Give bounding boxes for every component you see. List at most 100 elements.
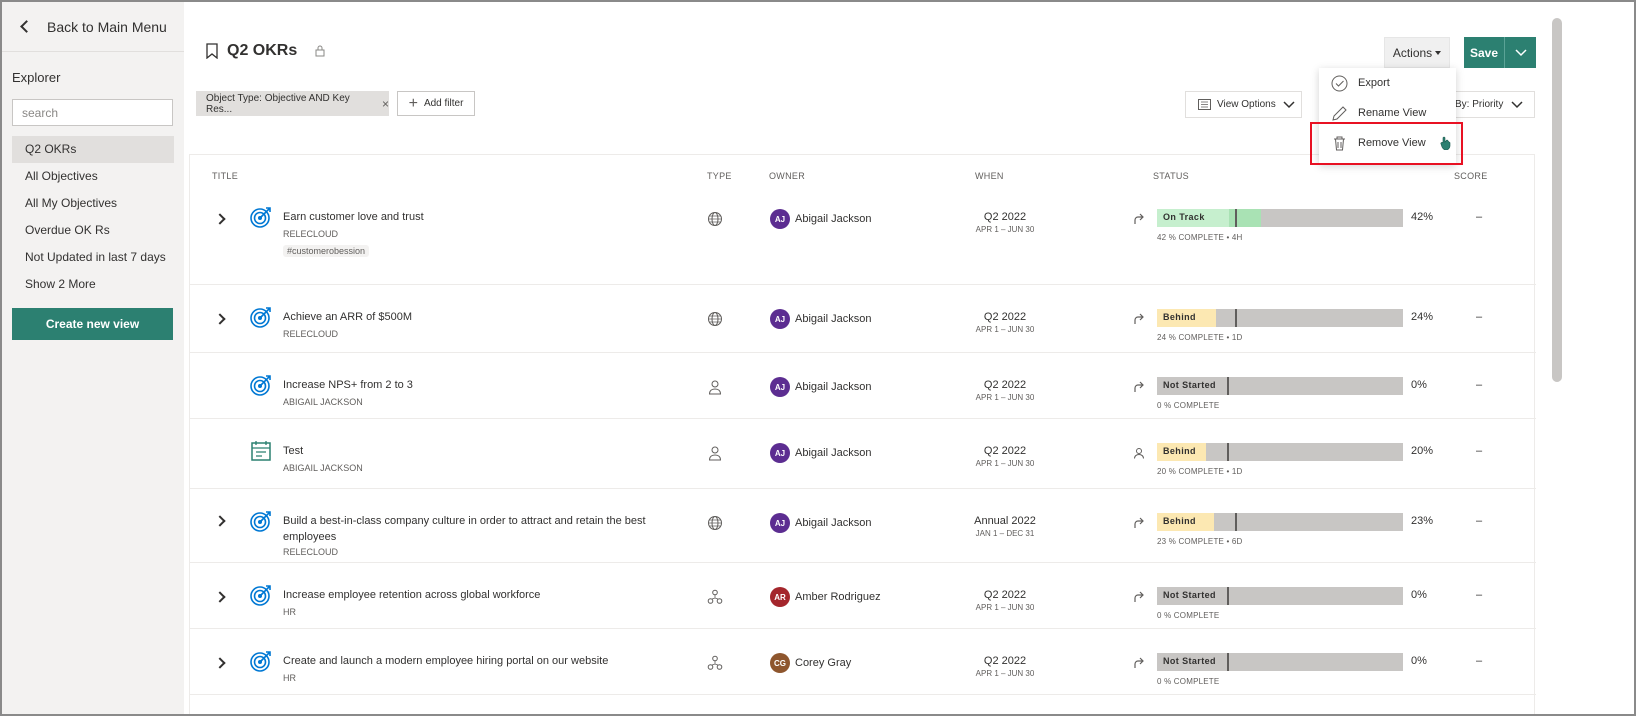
progress-marker <box>1227 587 1229 605</box>
objective-owner-group: RELECLOUD <box>283 547 339 557</box>
menu-item-label: Remove View <box>1358 137 1426 149</box>
filter-chip[interactable]: Object Type: Objective AND Key Res... × <box>196 91 389 116</box>
table-row[interactable]: Create and launch a modern employee hiri… <box>190 629 1536 695</box>
expand-chevron-icon[interactable] <box>214 515 226 527</box>
nav-item-q2-okrs[interactable]: Q2 OKRs <box>12 136 174 163</box>
nav-item-not-updated[interactable]: Not Updated in last 7 days <box>12 244 174 271</box>
objective-owner-group: HR <box>283 607 296 617</box>
menu-item-rename-view[interactable]: Rename View <box>1319 98 1456 128</box>
status-progress-bar[interactable]: Behind <box>1157 309 1403 327</box>
objective-title[interactable]: Build a best-in-class company culture in… <box>283 513 663 545</box>
when-range: APR 1 – JUN 30 <box>975 393 1035 402</box>
progress-percent: 23% <box>1411 515 1434 527</box>
add-filter-button[interactable]: + Add filter <box>397 91 475 116</box>
menu-item-remove-view[interactable]: Remove View <box>1319 128 1456 158</box>
page-header: Q2 OKRs <box>206 42 325 60</box>
actions-button[interactable]: Actions <box>1384 37 1450 68</box>
arrow-icon <box>1133 517 1145 529</box>
avatar: AR <box>770 587 790 607</box>
table-row[interactable]: Increase NPS+ from 2 to 3 ABIGAIL JACKSON… <box>190 353 1536 419</box>
objective-owner-group: ABIGAIL JACKSON <box>283 463 363 473</box>
globe-icon <box>707 515 723 531</box>
nav-item-show-more[interactable]: Show 2 More <box>12 271 174 298</box>
search-input[interactable] <box>12 99 173 126</box>
table-row[interactable]: Increase employee retention across globa… <box>190 563 1536 629</box>
close-icon[interactable]: × <box>382 97 389 111</box>
status-progress-bar[interactable]: Behind <box>1157 443 1403 461</box>
when-range: APR 1 – JUN 30 <box>975 459 1035 468</box>
status-progress-bar[interactable]: Not Started <box>1157 587 1403 605</box>
lock-icon[interactable] <box>315 45 325 57</box>
objective-owner-group: ABIGAIL JACKSON <box>283 397 363 407</box>
create-new-view-button[interactable]: Create new view <box>12 308 173 340</box>
scrollbar[interactable] <box>1552 18 1562 382</box>
progress-marker <box>1235 513 1237 531</box>
table-row[interactable]: Test ABIGAIL JACKSON AJ Abigail Jackson Q2 2… <box>190 419 1536 489</box>
progress-marker <box>1227 653 1229 671</box>
objective-title[interactable]: Increase NPS+ from 2 to 3 <box>283 377 663 393</box>
progress-marker <box>1227 443 1229 461</box>
header-status: STATUS <box>1153 171 1189 181</box>
header-owner: OWNER <box>769 171 805 181</box>
when-period: Q2 2022 <box>983 311 1027 323</box>
expand-chevron-icon[interactable] <box>214 591 226 603</box>
objective-title[interactable]: Achieve an ARR of $500M <box>283 309 663 325</box>
status-label: Behind <box>1163 446 1196 456</box>
objective-title[interactable]: Increase employee retention across globa… <box>283 587 663 603</box>
progress-complete-text: 0 % COMPLETE <box>1157 677 1220 686</box>
nav-item-all-my-objectives[interactable]: All My Objectives <box>12 190 174 217</box>
avatar: AJ <box>770 309 790 329</box>
when-period: Q2 2022 <box>983 589 1027 601</box>
trash-icon <box>1334 136 1345 150</box>
objective-title[interactable]: Create and launch a modern employee hiri… <box>283 653 663 669</box>
sort-by-button[interactable]: By: Priority <box>1444 91 1535 118</box>
view-options-button[interactable]: View Options <box>1185 91 1302 118</box>
objective-title[interactable]: Earn customer love and trust <box>283 209 663 225</box>
progress-percent: 0% <box>1411 379 1427 391</box>
objective-title[interactable]: Test <box>283 443 663 459</box>
save-button[interactable]: Save <box>1464 37 1536 68</box>
target-icon <box>249 649 273 673</box>
target-icon <box>249 305 273 329</box>
progress-marker <box>1235 309 1237 327</box>
when-cell: Q2 2022 APR 1 – JUN 30 <box>950 211 1060 234</box>
save-dropdown-button[interactable] <box>1505 37 1536 68</box>
when-range: APR 1 – JUN 30 <box>975 225 1035 234</box>
expand-chevron-icon[interactable] <box>214 213 226 225</box>
status-progress-bar[interactable]: Behind <box>1157 513 1403 531</box>
expand-chevron-icon[interactable] <box>214 657 226 669</box>
when-range: APR 1 – JUN 30 <box>975 325 1035 334</box>
check-circle-icon <box>1331 75 1348 91</box>
when-range: JAN 1 – DEC 31 <box>975 529 1035 538</box>
owner-name: Abigail Jackson <box>795 517 872 529</box>
table-row[interactable]: Build a best-in-class company culture in… <box>190 489 1536 563</box>
tag-badge[interactable]: #customerobession <box>283 245 370 257</box>
progress-complete-text: 24 % COMPLETE • 1D <box>1157 333 1243 342</box>
owner-name: Abigail Jackson <box>795 213 872 225</box>
table-row[interactable]: Achieve an ARR of $500M RELECLOUD AJ Abigai… <box>190 285 1536 353</box>
when-cell: Q2 2022 APR 1 – JUN 30 <box>950 655 1060 678</box>
pencil-icon <box>1332 105 1347 121</box>
nav-item-all-objectives[interactable]: All Objectives <box>12 163 174 190</box>
filter-chip-label: Object Type: Objective AND Key Res... <box>206 92 350 115</box>
person-icon <box>707 379 723 395</box>
bookmark-icon[interactable] <box>206 43 218 59</box>
header-type: TYPE <box>707 171 732 181</box>
okr-table: TITLE TYPE OWNER WHEN STATUS SCORE Earn … <box>189 154 1536 716</box>
when-cell: Q2 2022 APR 1 – JUN 30 <box>950 445 1060 468</box>
progress-marker <box>1227 377 1229 395</box>
status-progress-bar[interactable]: On Track <box>1157 209 1403 227</box>
explorer-title: Explorer <box>12 70 61 85</box>
back-to-main-menu[interactable]: Back to Main Menu <box>2 2 184 52</box>
menu-item-export[interactable]: Export <box>1319 68 1456 98</box>
save-label[interactable]: Save <box>1464 37 1505 68</box>
list-icon <box>1198 99 1211 110</box>
expand-chevron-icon[interactable] <box>214 313 226 325</box>
nav-item-overdue-okrs[interactable]: Overdue OK Rs <box>12 217 174 244</box>
progress-marker <box>1235 209 1237 227</box>
table-row[interactable]: Earn customer love and trust RELECLOUD #cu… <box>190 185 1536 285</box>
plus-icon: + <box>408 94 418 112</box>
header-title: TITLE <box>212 171 239 181</box>
status-progress-bar[interactable]: Not Started <box>1157 377 1403 395</box>
status-progress-bar[interactable]: Not Started <box>1157 653 1403 671</box>
